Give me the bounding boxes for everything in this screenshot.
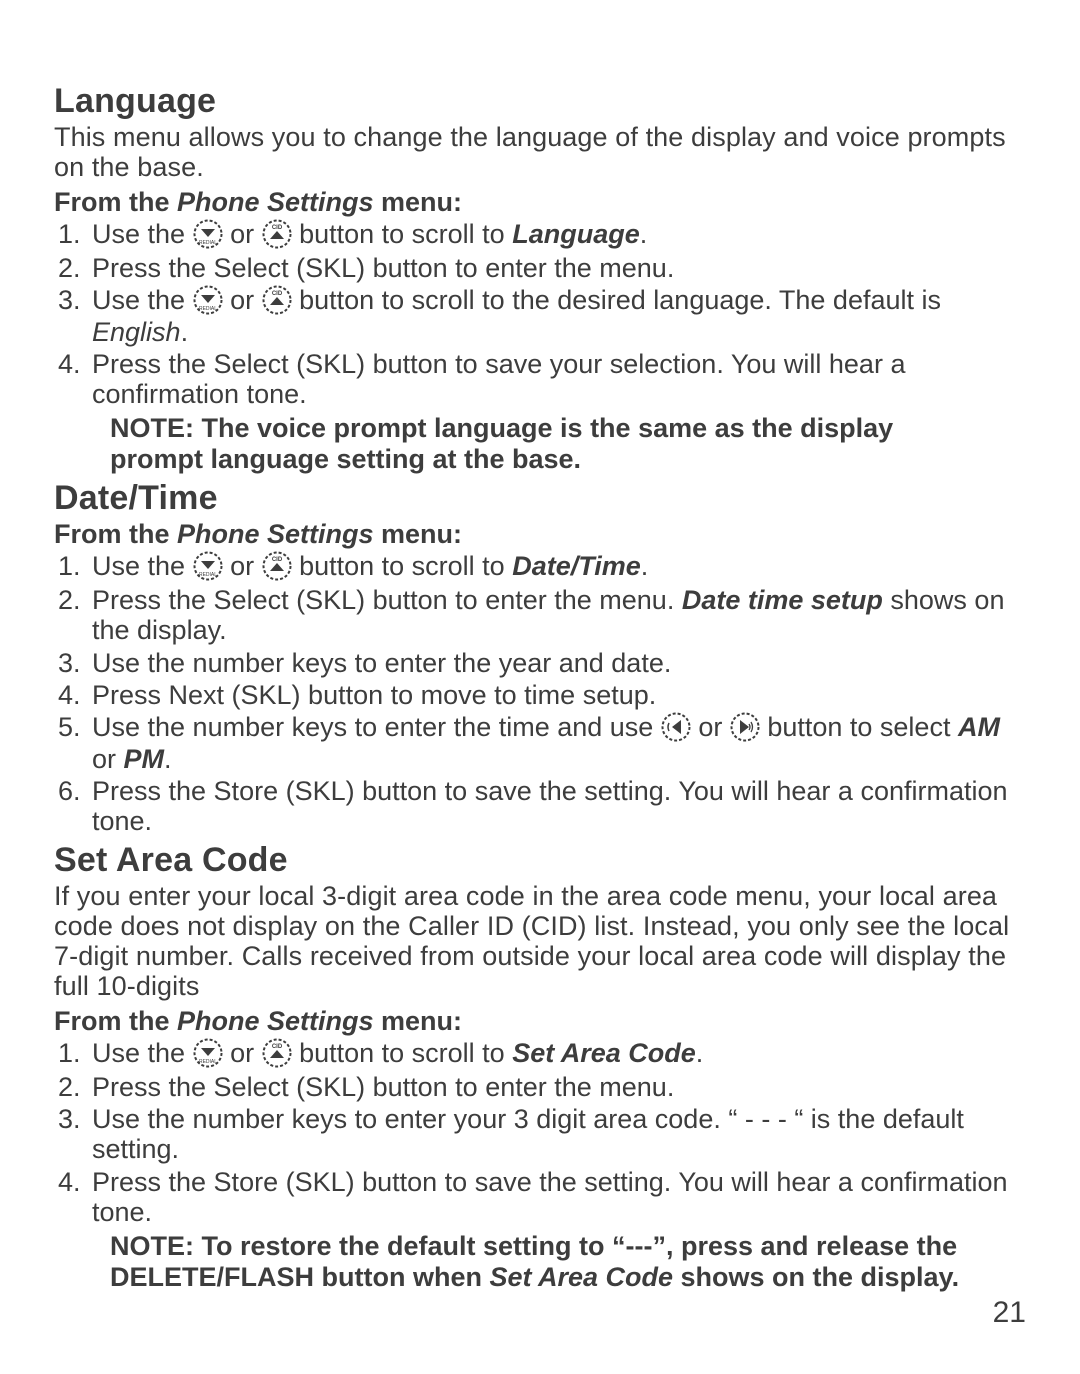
heading-areacode: Set Area Code: [54, 841, 1026, 879]
right-arrow-icon: [730, 712, 760, 742]
list-item: Use the or button to scroll to Date/Time…: [88, 551, 1026, 583]
text: or: [223, 285, 262, 315]
text: .: [640, 219, 648, 249]
heading-language: Language: [54, 82, 1026, 120]
text: .: [696, 1038, 704, 1068]
manual-page: Language This menu allows you to change …: [0, 0, 1080, 1374]
list-item: Use the or button to scroll to the desir…: [88, 285, 1026, 347]
list-item: Use the number keys to enter the year an…: [88, 648, 1026, 678]
text: or: [223, 219, 262, 249]
list-item: Use the or button to scroll to Language.: [88, 219, 1026, 251]
text: or: [223, 1038, 262, 1068]
list-item: Press the Store (SKL) button to save the…: [88, 776, 1026, 836]
list-item: Press Next (SKL) button to move to time …: [88, 680, 1026, 710]
down-arrow-icon: [193, 219, 223, 249]
areacode-note: NOTE: To restore the default setting to …: [110, 1231, 970, 1293]
from-menu: Phone Settings: [177, 1006, 374, 1036]
text: Use the: [92, 551, 193, 581]
heading-datetime: Date/Time: [54, 479, 1026, 517]
text: button to scroll to: [292, 551, 513, 581]
language-intro: This menu allows you to change the langu…: [54, 122, 1026, 182]
am: AM: [958, 712, 1000, 742]
from-prefix: From the: [54, 519, 177, 549]
list-item: Press the Select (SKL) button to enter t…: [88, 585, 1026, 645]
from-suffix: menu:: [374, 519, 463, 549]
from-menu: Phone Settings: [177, 187, 374, 217]
list-item: Press the Select (SKL) button to save yo…: [88, 349, 1026, 409]
left-arrow-icon: [661, 712, 691, 742]
language-note: NOTE: The voice prompt language is the s…: [110, 413, 970, 475]
down-arrow-icon: [193, 285, 223, 315]
language-from: From the Phone Settings menu:: [54, 187, 1026, 217]
pm: PM: [124, 744, 165, 774]
text: or: [223, 551, 262, 581]
list-item: Use the number keys to enter your 3 digi…: [88, 1104, 1026, 1164]
note-b: shows on the display.: [673, 1262, 959, 1292]
up-arrow-icon: [262, 551, 292, 581]
areacode-steps: Use the or button to scroll to Set Area …: [54, 1038, 1026, 1227]
up-arrow-icon: [262, 219, 292, 249]
list-item: Use the number keys to enter the time an…: [88, 712, 1026, 774]
text: Use the number keys to enter the time an…: [92, 712, 661, 742]
from-prefix: From the: [54, 1006, 177, 1036]
language-steps: Use the or button to scroll to Language.…: [54, 219, 1026, 410]
up-arrow-icon: [262, 285, 292, 315]
down-arrow-icon: [193, 1038, 223, 1068]
note-target: Set Area Code: [489, 1262, 673, 1292]
areacode-from: From the Phone Settings menu:: [54, 1006, 1026, 1036]
target: Date/Time: [512, 551, 641, 581]
text: button to scroll to: [292, 1038, 513, 1068]
areacode-intro: If you enter your local 3-digit area cod…: [54, 881, 1026, 1002]
text: Press the Select (SKL) button to enter t…: [92, 585, 682, 615]
page-number: 21: [993, 1296, 1026, 1330]
list-item: Press the Store (SKL) button to save the…: [88, 1167, 1026, 1227]
from-suffix: menu:: [374, 187, 463, 217]
text: .: [641, 551, 649, 581]
list-item: Press the Select (SKL) button to enter t…: [88, 1072, 1026, 1102]
up-arrow-icon: [262, 1038, 292, 1068]
list-item: Press the Select (SKL) button to enter t…: [88, 253, 1026, 283]
target: Language: [512, 219, 640, 249]
text: or: [691, 712, 730, 742]
text: .: [164, 744, 172, 774]
datetime-steps: Use the or button to scroll to Date/Time…: [54, 551, 1026, 836]
text: Use the: [92, 219, 193, 249]
target: Date time setup: [682, 585, 883, 615]
target: Set Area Code: [512, 1038, 696, 1068]
text: Use the: [92, 1038, 193, 1068]
text: Use the: [92, 285, 193, 315]
from-menu: Phone Settings: [177, 519, 374, 549]
default-lang: English: [92, 317, 181, 347]
text: button to select: [760, 712, 958, 742]
from-prefix: From the: [54, 187, 177, 217]
text: button to scroll to: [292, 219, 513, 249]
text: .: [181, 317, 189, 347]
down-arrow-icon: [193, 551, 223, 581]
text: button to scroll to the desired language…: [292, 285, 941, 315]
datetime-from: From the Phone Settings menu:: [54, 519, 1026, 549]
list-item: Use the or button to scroll to Set Area …: [88, 1038, 1026, 1070]
from-suffix: menu:: [374, 1006, 463, 1036]
text: or: [92, 744, 124, 774]
